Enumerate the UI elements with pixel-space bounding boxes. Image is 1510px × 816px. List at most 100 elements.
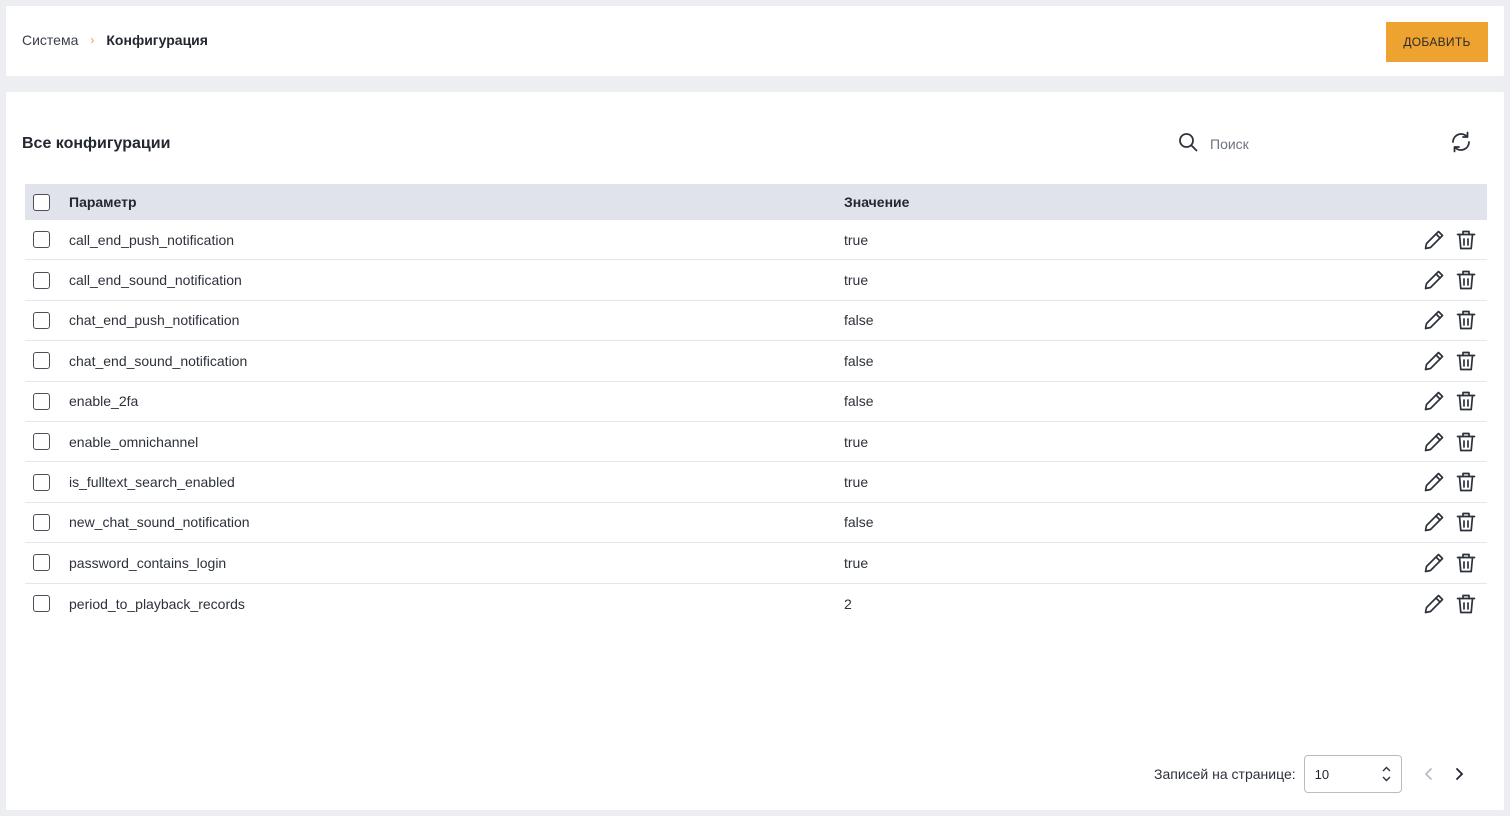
pencil-icon[interactable] bbox=[1423, 350, 1445, 372]
add-button[interactable]: ДОБАВИТЬ bbox=[1386, 22, 1488, 62]
prev-page-button[interactable] bbox=[1414, 759, 1444, 789]
next-page-button[interactable] bbox=[1444, 759, 1474, 789]
row-param: chat_end_sound_notification bbox=[69, 352, 248, 369]
row-checkbox[interactable] bbox=[33, 473, 50, 491]
row-checkbox[interactable] bbox=[33, 352, 50, 370]
row-checkbox[interactable] bbox=[33, 311, 50, 329]
column-header-value[interactable]: Значение bbox=[844, 194, 1487, 210]
row-value: false bbox=[844, 352, 874, 369]
pagination: Записей на странице: 10 bbox=[1152, 754, 1488, 794]
section-title: Все конфигурации bbox=[22, 135, 171, 152]
trash-icon[interactable] bbox=[1455, 269, 1477, 291]
pencil-icon[interactable] bbox=[1423, 511, 1445, 533]
row-value: 2 bbox=[844, 595, 852, 612]
search-input[interactable] bbox=[1210, 136, 1410, 152]
row-value: true bbox=[844, 554, 869, 571]
breadcrumb: Система › Конфигурация bbox=[22, 32, 208, 48]
trash-icon[interactable] bbox=[1455, 552, 1477, 574]
table-row: call_end_push_notification true bbox=[25, 220, 1487, 261]
row-checkbox[interactable] bbox=[33, 271, 50, 289]
trash-icon[interactable] bbox=[1455, 390, 1477, 412]
search-box[interactable] bbox=[1166, 122, 1432, 166]
trash-icon[interactable] bbox=[1455, 471, 1477, 493]
pencil-icon[interactable] bbox=[1423, 593, 1445, 615]
chevron-right-icon bbox=[1455, 768, 1463, 780]
trash-icon[interactable] bbox=[1455, 431, 1477, 453]
row-value: false bbox=[844, 514, 874, 531]
table-body: call_end_push_notification true call_end… bbox=[25, 220, 1487, 624]
row-checkbox[interactable] bbox=[33, 392, 50, 410]
table-row: enable_2fa false bbox=[25, 382, 1487, 422]
row-actions bbox=[1423, 269, 1477, 291]
row-actions bbox=[1423, 309, 1477, 331]
row-param: call_end_push_notification bbox=[69, 231, 235, 248]
table-row: period_to_playback_records 2 bbox=[25, 584, 1487, 624]
row-checkbox[interactable] bbox=[33, 595, 50, 613]
table-row: chat_end_push_notification false bbox=[25, 301, 1487, 342]
row-actions bbox=[1423, 390, 1477, 412]
config-table: Параметр Значение call_end_push_notifica… bbox=[25, 184, 1487, 624]
trash-icon[interactable] bbox=[1455, 350, 1477, 372]
breadcrumb-current: Конфигурация bbox=[106, 32, 208, 48]
refresh-button[interactable] bbox=[1442, 124, 1480, 164]
row-value: true bbox=[844, 231, 869, 248]
row-value: true bbox=[844, 474, 869, 491]
row-actions bbox=[1423, 350, 1477, 372]
table-row: call_end_sound_notification true bbox=[25, 260, 1487, 301]
page-size-stepper[interactable] bbox=[1382, 766, 1391, 782]
trash-icon[interactable] bbox=[1455, 229, 1477, 251]
chevron-left-icon bbox=[1424, 768, 1432, 780]
row-param: call_end_sound_notification bbox=[69, 272, 242, 289]
header-card: Система › Конфигурация ДОБАВИТЬ bbox=[6, 6, 1504, 76]
refresh-icon bbox=[1449, 130, 1473, 159]
row-param: enable_2fa bbox=[69, 393, 139, 410]
main-card: Все конфигурации Параметр Значение call_… bbox=[6, 92, 1504, 810]
select-all-checkbox[interactable] bbox=[33, 193, 50, 211]
pencil-icon[interactable] bbox=[1423, 269, 1445, 291]
row-actions bbox=[1423, 471, 1477, 493]
row-value: false bbox=[844, 312, 874, 329]
pencil-icon[interactable] bbox=[1423, 390, 1445, 412]
row-actions bbox=[1423, 431, 1477, 453]
table-row: is_fulltext_search_enabled true bbox=[25, 462, 1487, 503]
pencil-icon[interactable] bbox=[1423, 552, 1445, 574]
row-param: enable_omnichannel bbox=[69, 433, 199, 450]
row-actions bbox=[1423, 593, 1477, 615]
table-row: chat_end_sound_notification false bbox=[25, 341, 1487, 382]
table-header: Параметр Значение bbox=[25, 184, 1487, 220]
trash-icon[interactable] bbox=[1455, 593, 1477, 615]
trash-icon[interactable] bbox=[1455, 511, 1477, 533]
row-param: new_chat_sound_notification bbox=[69, 514, 250, 531]
pencil-icon[interactable] bbox=[1423, 309, 1445, 331]
pencil-icon[interactable] bbox=[1423, 431, 1445, 453]
table-row: new_chat_sound_notification false bbox=[25, 503, 1487, 544]
pencil-icon[interactable] bbox=[1423, 229, 1445, 251]
page-size-value: 10 bbox=[1314, 766, 1330, 782]
table-row: password_contains_login true bbox=[25, 543, 1487, 584]
row-param: is_fulltext_search_enabled bbox=[69, 474, 235, 491]
search-icon bbox=[1166, 132, 1198, 157]
page-size-input[interactable]: 10 bbox=[1303, 755, 1402, 793]
row-actions bbox=[1423, 229, 1477, 251]
chevron-up-icon[interactable] bbox=[1382, 766, 1391, 772]
breadcrumb-item-system[interactable]: Система bbox=[22, 32, 78, 48]
pencil-icon[interactable] bbox=[1423, 471, 1445, 493]
row-param: password_contains_login bbox=[69, 554, 227, 571]
row-checkbox[interactable] bbox=[33, 433, 50, 451]
row-checkbox[interactable] bbox=[33, 231, 50, 249]
table-row: enable_omnichannel true bbox=[25, 422, 1487, 463]
row-value: true bbox=[844, 272, 869, 289]
row-value: true bbox=[844, 433, 869, 450]
row-checkbox[interactable] bbox=[33, 554, 50, 572]
column-header-param[interactable]: Параметр bbox=[69, 194, 844, 210]
trash-icon[interactable] bbox=[1455, 309, 1477, 331]
breadcrumb-separator: › bbox=[90, 33, 95, 47]
row-value: false bbox=[844, 393, 874, 410]
row-param: period_to_playback_records bbox=[69, 595, 245, 612]
row-checkbox[interactable] bbox=[33, 513, 50, 531]
row-actions bbox=[1423, 552, 1477, 574]
chevron-down-icon[interactable] bbox=[1382, 776, 1391, 782]
row-param: chat_end_push_notification bbox=[69, 312, 240, 329]
page-size-label: Записей на странице: bbox=[1154, 766, 1296, 782]
row-actions bbox=[1423, 511, 1477, 533]
